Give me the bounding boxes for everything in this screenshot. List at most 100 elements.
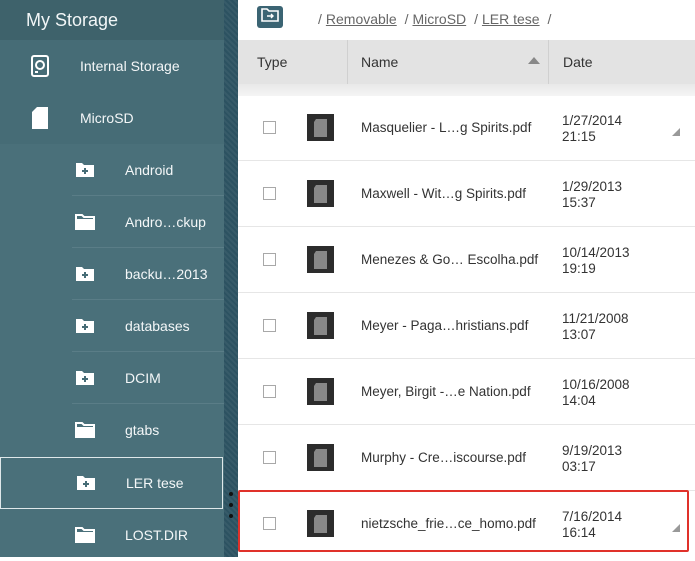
column-header-date[interactable]: Date <box>563 40 593 84</box>
sidebar-title: My Storage <box>0 0 224 40</box>
sidebar-folder-label: LER tese <box>126 475 184 491</box>
sidebar-folder-label: Andro…ckup <box>125 214 206 230</box>
folder-plus-icon <box>75 474 97 492</box>
file-name: nietzsche_frie…ce_homo.pdf <box>361 516 536 531</box>
breadcrumb-microsd[interactable]: MicroSD <box>413 11 467 27</box>
file-date: 10/16/2008 14:04 <box>562 377 630 409</box>
folder-up-button[interactable] <box>257 6 283 28</box>
pdf-file-icon <box>307 378 334 405</box>
file-date-day: 10/14/2013 <box>562 245 630 260</box>
pdf-file-icon <box>307 312 334 339</box>
file-date-time: 21:15 <box>562 129 596 144</box>
file-date: 1/27/2014 21:15 <box>562 113 622 145</box>
file-date-time: 15:37 <box>562 195 596 210</box>
pdf-file-icon <box>307 444 334 471</box>
sidebar-folder-backup2013[interactable]: backu…2013 <box>0 248 224 300</box>
column-divider <box>548 40 549 84</box>
file-name: Masquelier - L…g Spirits.pdf <box>361 120 532 135</box>
sort-ascending-icon[interactable] <box>528 57 540 64</box>
table-row[interactable]: Meyer, Birgit -…e Nation.pdf 10/16/2008 1… <box>238 360 695 425</box>
file-manager-app: My Storage Internal Storage MicroSD Andr… <box>0 0 695 557</box>
file-name: Menezes & Go… Escolha.pdf <box>361 252 539 267</box>
drag-handle-dot[interactable] <box>229 492 233 496</box>
table-row[interactable]: nietzsche_frie…ce_homo.pdf 7/16/2014 16:1… <box>238 490 695 557</box>
sidebar-folder-ler-tese[interactable]: LER tese <box>0 457 223 509</box>
file-date-day: 1/29/2013 <box>562 179 623 194</box>
table-row[interactable]: Menezes & Go… Escolha.pdf 10/14/2013 19:1… <box>238 228 695 293</box>
select-checkbox[interactable] <box>263 253 276 266</box>
select-checkbox[interactable] <box>263 319 276 332</box>
sidebar-folder-label: backu…2013 <box>125 266 208 282</box>
drag-handle-dot[interactable] <box>229 503 233 507</box>
file-date-day: 9/19/2013 <box>562 443 623 458</box>
folder-up-icon <box>261 7 279 27</box>
sidebar-folder-lost-dir[interactable]: LOST.DIR <box>0 509 224 561</box>
sidebar: My Storage Internal Storage MicroSD Andr… <box>0 0 224 557</box>
folder-icon <box>74 526 96 544</box>
sidebar-item-label: MicroSD <box>80 110 134 126</box>
file-date: 9/19/2013 03:17 <box>562 443 622 475</box>
select-checkbox[interactable] <box>263 121 276 134</box>
folder-icon <box>74 421 96 439</box>
column-header-name[interactable]: Name <box>361 40 398 84</box>
file-date: 7/16/2014 16:14 <box>562 509 622 541</box>
breadcrumb: / Removable / MicroSD / LER tese / <box>318 11 552 27</box>
file-date-day: 11/21/2008 <box>562 311 629 326</box>
file-date-time: 19:19 <box>562 261 596 276</box>
file-date-day: 7/16/2014 <box>562 509 623 524</box>
file-date-day: 10/16/2008 <box>562 377 630 392</box>
sidebar-item-label: Internal Storage <box>80 58 180 74</box>
file-name: Murphy - Cre…iscourse.pdf <box>361 450 527 465</box>
table-row[interactable]: Maxwell - Wit…g Spirits.pdf 1/29/2013 15:… <box>238 162 695 227</box>
sidebar-folder-label: gtabs <box>125 422 160 438</box>
file-date-time: 14:04 <box>562 393 596 408</box>
context-menu-corner-icon[interactable] <box>672 524 680 532</box>
pdf-file-icon <box>307 246 334 273</box>
file-date-time: 16:14 <box>562 525 596 540</box>
sidebar-folder-android[interactable]: Android <box>0 144 224 196</box>
drag-handle-dot[interactable] <box>229 514 233 518</box>
sidebar-folder-databases[interactable]: databases <box>0 300 224 352</box>
sidebar-folder-label: LOST.DIR <box>125 527 189 543</box>
sidebar-folder-androbackup[interactable]: Andro…ckup <box>0 196 224 248</box>
folder-plus-icon <box>74 161 96 179</box>
sidebar-folder-label: DCIM <box>125 370 161 386</box>
file-name: Meyer - Paga…hristians.pdf <box>361 318 529 333</box>
file-date-time: 13:07 <box>562 327 596 342</box>
folder-plus-icon <box>74 317 96 335</box>
sidebar-folder-dcim[interactable]: DCIM <box>0 352 224 404</box>
column-header-type[interactable]: Type <box>257 40 287 84</box>
file-date: 11/21/2008 13:07 <box>562 311 629 343</box>
file-name: Maxwell - Wit…g Spirits.pdf <box>361 186 527 201</box>
file-date: 1/29/2013 15:37 <box>562 179 622 211</box>
folder-plus-icon <box>74 265 96 283</box>
header-shadow <box>238 84 695 96</box>
table-row[interactable]: Masquelier - L…g Spirits.pdf 1/27/2014 21… <box>238 96 695 161</box>
breadcrumb-removable[interactable]: Removable <box>326 11 397 27</box>
folder-icon <box>74 213 96 231</box>
context-menu-corner-icon[interactable] <box>672 128 680 136</box>
file-table-header: Type Name Date <box>238 40 695 84</box>
sidebar-item-microsd[interactable]: MicroSD <box>0 92 224 144</box>
internal-storage-icon <box>28 54 52 78</box>
file-list: Masquelier - L…g Spirits.pdf 1/27/2014 21… <box>238 96 695 557</box>
pane-divider[interactable] <box>224 0 238 557</box>
select-checkbox[interactable] <box>263 385 276 398</box>
select-checkbox[interactable] <box>263 451 276 464</box>
select-checkbox[interactable] <box>263 517 276 530</box>
file-date-day: 1/27/2014 <box>562 113 623 128</box>
folder-plus-icon <box>74 369 96 387</box>
table-row[interactable]: Meyer - Paga…hristians.pdf 11/21/2008 13:… <box>238 294 695 359</box>
table-row[interactable]: Murphy - Cre…iscourse.pdf 9/19/2013 03:17 <box>238 426 695 491</box>
file-date-time: 03:17 <box>562 459 596 474</box>
select-checkbox[interactable] <box>263 187 276 200</box>
sidebar-item-internal-storage[interactable]: Internal Storage <box>0 40 224 92</box>
file-name: Meyer, Birgit -…e Nation.pdf <box>361 384 531 399</box>
breadcrumb-ler-tese[interactable]: LER tese <box>482 11 540 27</box>
sidebar-folder-gtabs[interactable]: gtabs <box>0 404 224 456</box>
pdf-file-icon <box>307 114 334 141</box>
column-divider <box>347 40 348 84</box>
sd-card-icon <box>28 106 52 130</box>
pdf-file-icon <box>307 180 334 207</box>
sidebar-folder-label: Android <box>125 162 174 178</box>
